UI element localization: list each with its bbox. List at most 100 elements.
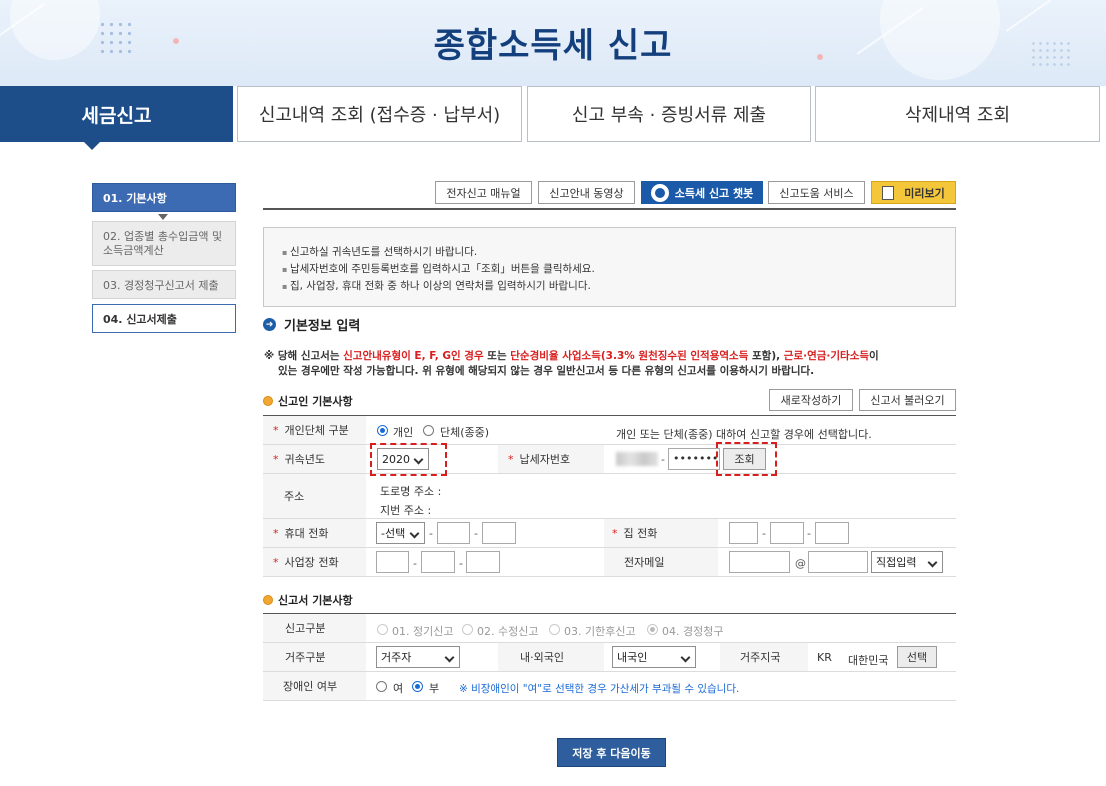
kind-amended-label: 02. 수정신고: [477, 625, 539, 638]
email-id-input[interactable]: [729, 551, 790, 573]
label-disabled: 장애인 여부: [263, 672, 366, 700]
radio-personal-label: 개인: [393, 426, 414, 439]
step-income-calc[interactable]: 02. 업종별 총수입금액 및 소득금액계산: [92, 221, 236, 266]
label-report-kind: 신고구분: [263, 614, 366, 642]
label-address: 주소: [263, 474, 366, 518]
label-tax-year: * 귀속년도: [263, 445, 366, 473]
preview-label: 미리보기: [904, 186, 945, 200]
warning-text: ※ 당해 신고서는 신고안내유형이 E, F, G인 경우 또는 단순경비율 사…: [264, 350, 879, 377]
step-arrow-icon: [158, 214, 168, 220]
help-service-button[interactable]: 신고도움 서비스: [768, 181, 865, 204]
tab-deleted-history[interactable]: 삭제내역 조회: [815, 86, 1100, 142]
bullet-icon: [263, 595, 273, 605]
dash: -: [459, 557, 463, 570]
section-title: ➜ 기본정보 입력: [263, 315, 360, 334]
country-name: 대한민국: [848, 654, 889, 667]
email-domain-input[interactable]: [808, 551, 868, 573]
label-residence-country: 거주지국: [720, 643, 808, 671]
table-top-border: [263, 613, 956, 614]
highlight-box: [370, 443, 447, 476]
row-divider: [263, 671, 956, 672]
home-last-input[interactable]: [815, 522, 849, 544]
dash: -: [762, 527, 766, 540]
radio-yes-label: 여: [393, 682, 404, 695]
notice-box: 신고하실 귀속년도를 선택하시기 바랍니다. 납세자번호에 주민등록번호를 입력…: [263, 227, 956, 307]
office-prefix-input[interactable]: [376, 551, 409, 573]
bullet-icon: [263, 396, 273, 406]
radio-group-label: 단체(종중): [440, 426, 490, 439]
step-basic-info[interactable]: 01. 기본사항: [92, 183, 236, 212]
row-divider: [263, 473, 956, 474]
tab-tax-filing[interactable]: 세금신고: [0, 86, 233, 142]
section-title-text: 기본정보 입력: [284, 319, 361, 334]
row-divider: [263, 444, 956, 445]
label-nationality: 내·외국인: [498, 643, 604, 671]
residence-select[interactable]: 거주자: [376, 646, 460, 668]
label-mobile: * 휴대 전화: [263, 519, 366, 547]
book-icon: [882, 185, 895, 200]
dash: -: [661, 453, 665, 466]
nationality-select[interactable]: 내국인: [612, 646, 696, 668]
radio-amended: [462, 624, 473, 635]
office-last-input[interactable]: [466, 551, 500, 573]
road-address: 도로명 주소 :: [380, 485, 442, 498]
manual-button[interactable]: 전자신고 매뉴얼: [435, 181, 532, 204]
divider: [263, 208, 956, 210]
arrow-right-icon: ➜: [263, 318, 276, 331]
dash: -: [474, 527, 478, 540]
label-filer-type: * 개인단체 구분: [263, 416, 366, 444]
tab-document-submission[interactable]: 신고 부속 · 증빙서류 제출: [527, 86, 811, 142]
tab-filing-history[interactable]: 신고내역 조회 (접수증 · 납부서): [237, 86, 522, 142]
dash: -: [807, 527, 811, 540]
radio-disabled-yes[interactable]: [376, 681, 387, 692]
radio-correction: [647, 624, 658, 635]
radio-disabled-no[interactable]: [412, 681, 423, 692]
label-taxpayer-number: * 납세자번호: [498, 445, 604, 473]
kind-correction-label: 04. 경정청구: [662, 625, 724, 638]
label-home-phone: * 집 전화: [604, 519, 718, 547]
home-middle-input[interactable]: [770, 522, 804, 544]
radio-personal[interactable]: [377, 425, 388, 436]
save-next-button[interactable]: 저장 후 다음이동: [557, 738, 666, 767]
radio-late: [549, 624, 560, 635]
at-sign: @: [795, 557, 806, 570]
notice-item: 집, 사업장, 휴대 전화 중 하나 이상의 연락처를 입력하시기 바랍니다.: [282, 278, 955, 295]
mobile-last-input[interactable]: [482, 522, 516, 544]
load-form-button[interactable]: 신고서 불러오기: [859, 389, 956, 411]
row-divider: [263, 700, 956, 701]
chatbot-button[interactable]: 소득세 신고 챗봇: [641, 181, 763, 204]
page-header: 종합소득세 신고: [0, 0, 1106, 86]
notice-item: 납세자번호에 주민등록번호를 입력하시고「조회」버튼을 클릭하세요.: [282, 261, 955, 278]
filer-type-note: 개인 또는 단체(종중) 대하여 신고할 경우에 선택합니다.: [616, 428, 872, 441]
active-tab-indicator: [83, 141, 101, 150]
mobile-prefix-select[interactable]: -선택: [376, 522, 425, 544]
step-submit[interactable]: 04. 신고서제출: [92, 304, 236, 333]
disabled-note: ※ 비장애인이 "여"로 선택한 경우 가산세가 부과될 수 있습니다.: [459, 683, 740, 695]
radio-regular: [377, 624, 388, 635]
country-code: KR: [817, 651, 832, 664]
office-middle-input[interactable]: [421, 551, 455, 573]
home-prefix-input[interactable]: [729, 522, 758, 544]
label-email: 전자메일: [604, 548, 718, 576]
email-domain-select[interactable]: 직접입력: [871, 551, 943, 573]
country-select-button[interactable]: 선택: [897, 646, 937, 668]
highlight-box: [716, 442, 777, 476]
preview-button[interactable]: 미리보기: [871, 181, 956, 204]
step-correction-claim[interactable]: 03. 경정청구신고서 제출: [92, 270, 236, 299]
kind-late-label: 03. 기한후신고: [564, 625, 636, 638]
radio-no-label: 부: [429, 682, 440, 695]
report-section-title: 신고서 기본사항: [263, 592, 353, 608]
lot-address: 지번 주소 :: [380, 504, 432, 517]
label-office-phone: * 사업장 전화: [263, 548, 366, 576]
redacted-id: [616, 452, 658, 466]
new-form-button[interactable]: 새로작성하기: [769, 389, 853, 411]
chatbot-label: 소득세 신고 챗봇: [674, 186, 754, 200]
label-residence: 거주구분: [263, 643, 366, 671]
mobile-middle-input[interactable]: [437, 522, 470, 544]
chatbot-icon: [650, 183, 669, 202]
dash: -: [429, 527, 433, 540]
page-title: 종합소득세 신고: [433, 26, 673, 66]
video-guide-button[interactable]: 신고안내 동영상: [538, 181, 635, 204]
radio-group[interactable]: [423, 425, 434, 436]
taxpayer-number-input[interactable]: •••••••: [668, 448, 720, 470]
